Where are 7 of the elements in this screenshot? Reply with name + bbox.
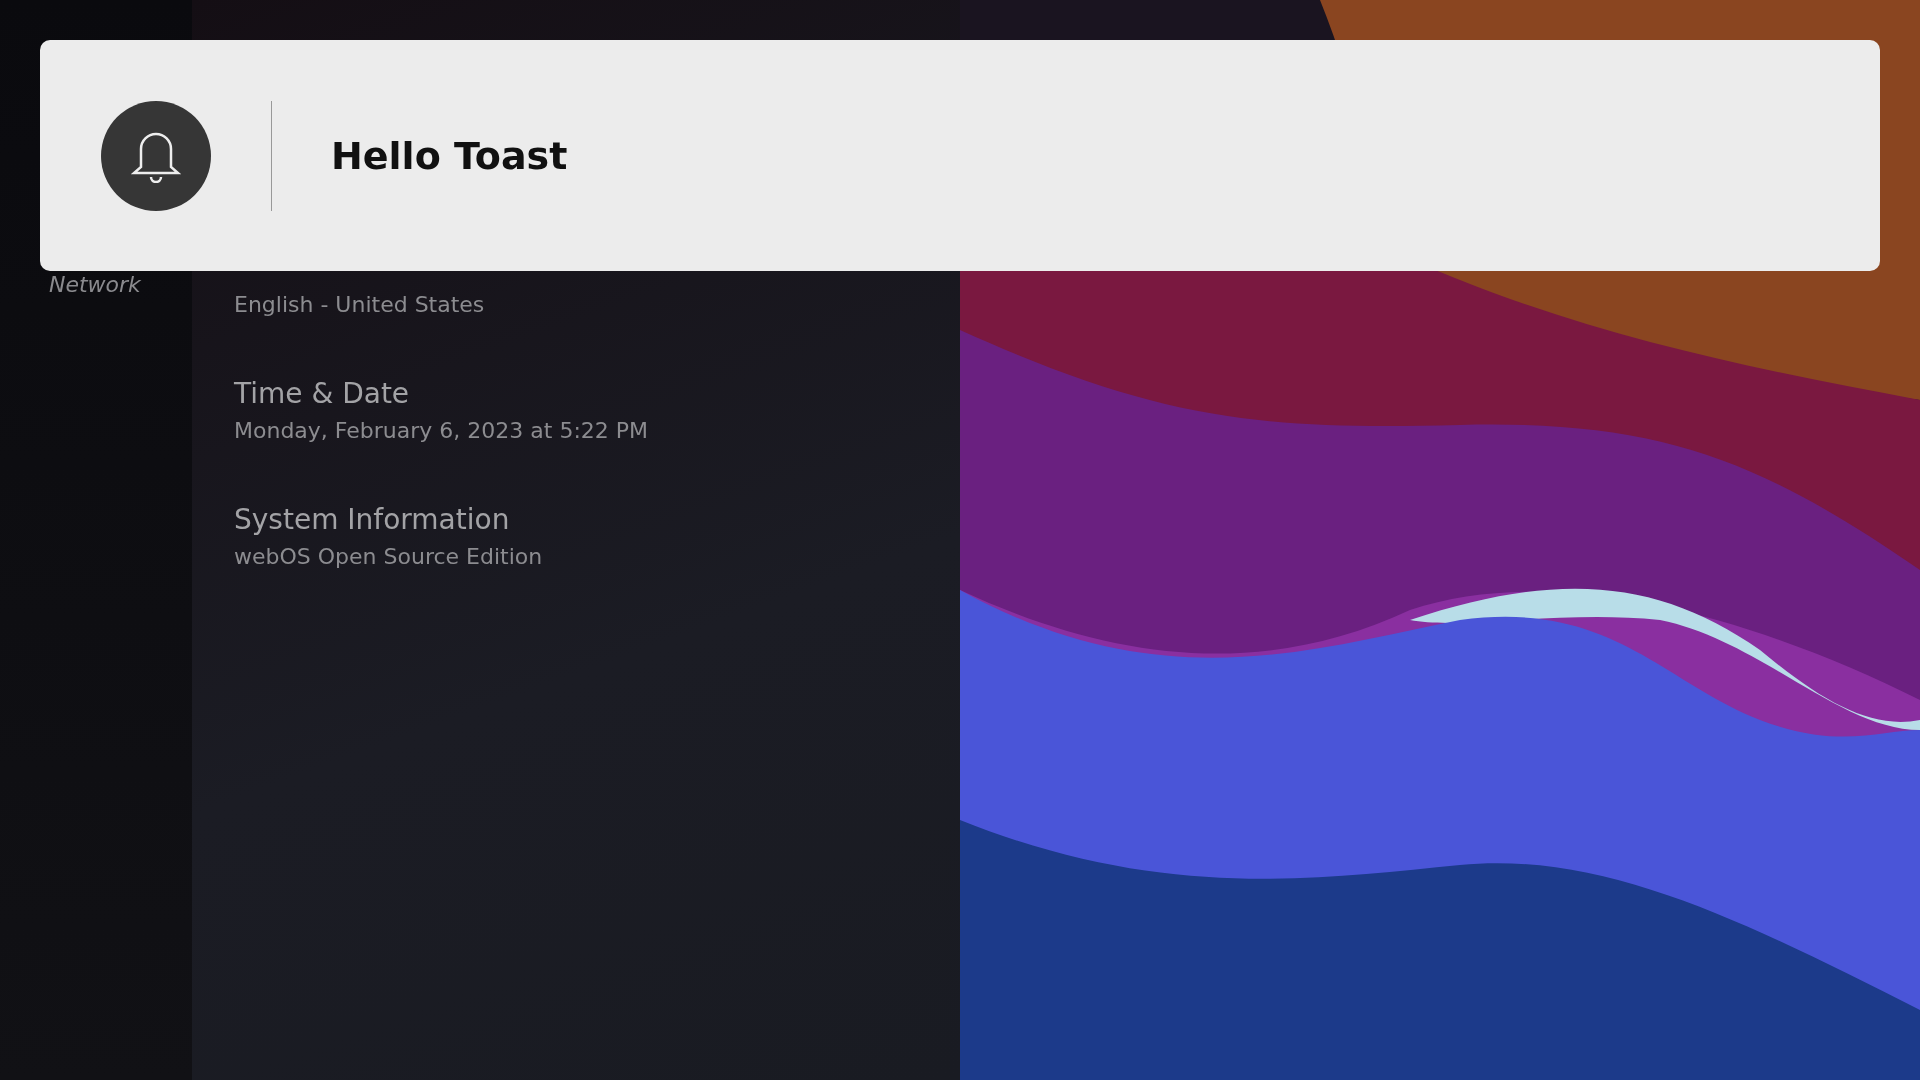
toast-message: Hello Toast [331, 133, 568, 178]
setting-value: English - United States [234, 292, 486, 317]
setting-value: webOS Open Source Edition [234, 544, 544, 569]
setting-title[interactable]: Time & Date [234, 377, 960, 410]
setting-value: Monday, February 6, 2023 at 5:22 PM [234, 418, 650, 443]
sidebar-item[interactable]: Network [49, 272, 192, 297]
setting-title[interactable]: System Information [234, 503, 960, 536]
